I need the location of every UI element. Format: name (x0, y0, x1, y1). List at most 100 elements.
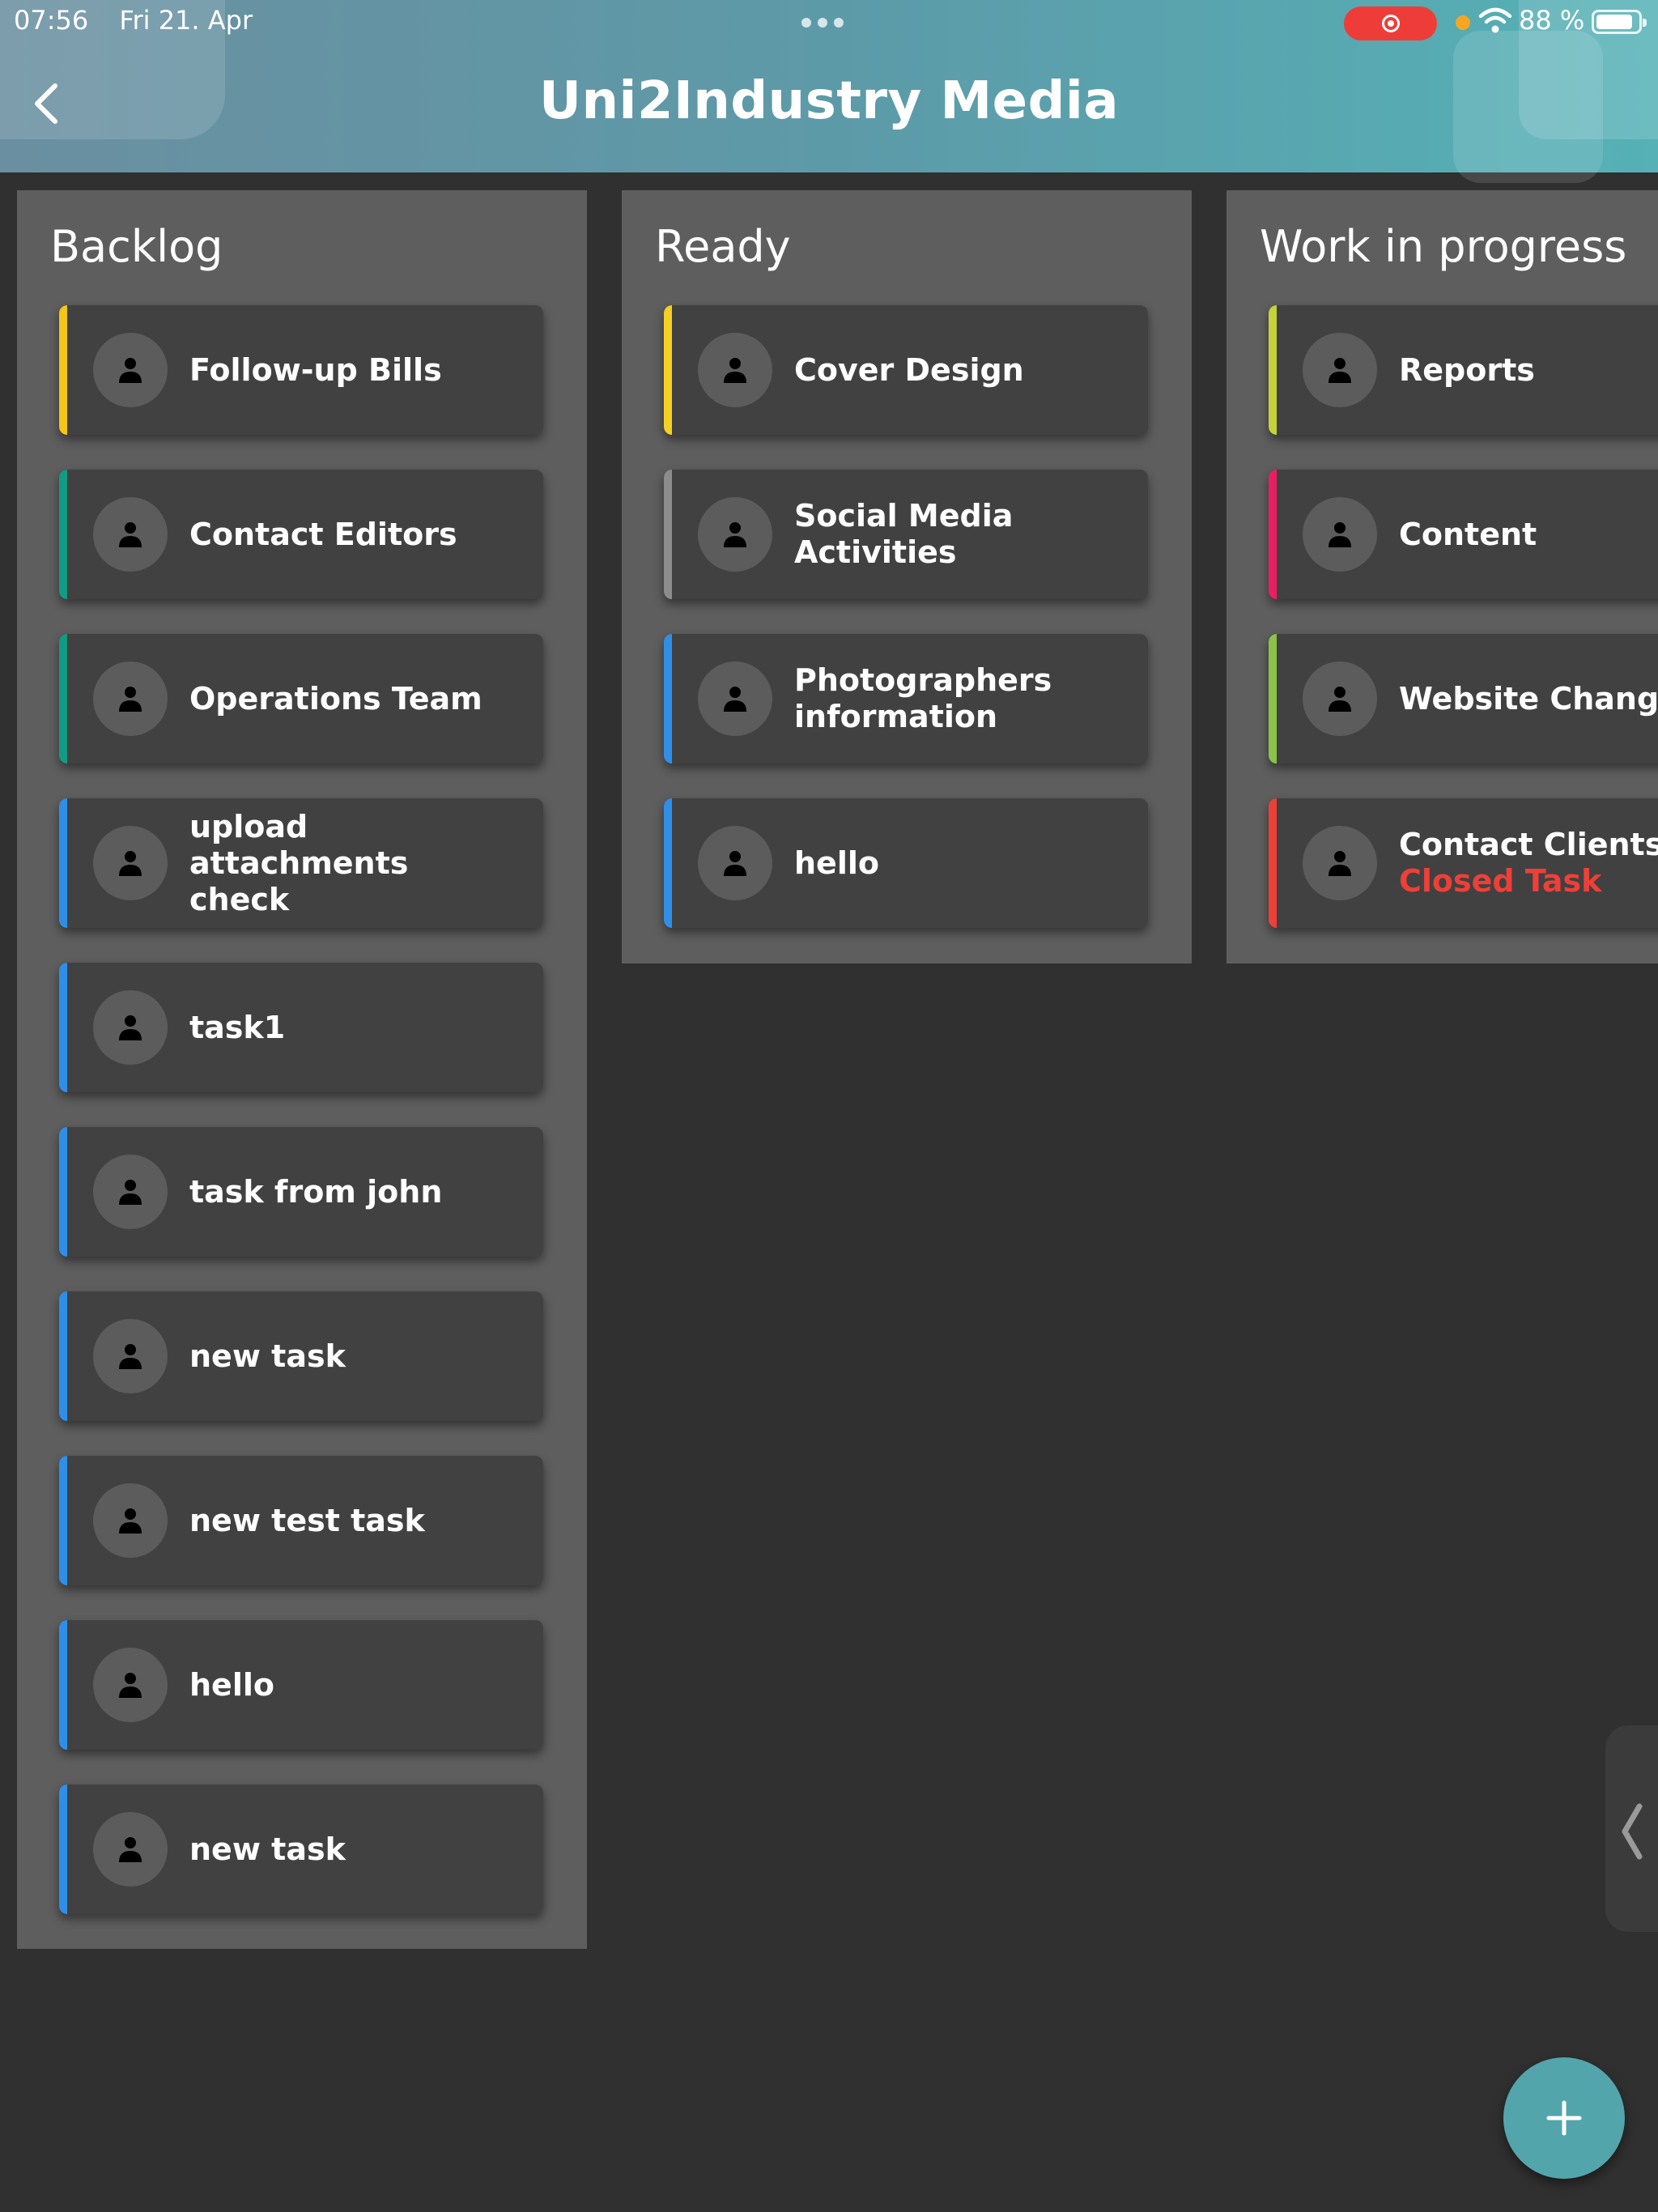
card-color-strip (664, 798, 672, 928)
card-color-strip (59, 470, 67, 599)
screen-recording-indicator[interactable] (1344, 6, 1437, 40)
person-icon (119, 1837, 142, 1862)
task-card[interactable]: Contact Clients Closed Task (1269, 798, 1658, 928)
card-color-strip (59, 798, 67, 928)
avatar (1303, 333, 1377, 407)
person-icon (119, 851, 142, 876)
card-color-strip (59, 1784, 67, 1914)
card-color-strip (59, 1291, 67, 1421)
microphone-indicator-dot (1456, 15, 1470, 30)
card-color-strip (59, 305, 67, 435)
column-title: Ready (655, 221, 791, 272)
card-label: task1 (189, 1009, 286, 1045)
task-card[interactable]: new test task (59, 1456, 543, 1585)
avatar (698, 497, 772, 572)
task-card[interactable]: Operations Team (59, 634, 543, 764)
card-color-strip (1269, 798, 1277, 928)
avatar (93, 497, 168, 572)
card-color-strip (59, 1127, 67, 1257)
avatar (698, 826, 772, 900)
task-card[interactable]: hello (664, 798, 1148, 928)
card-status-closed: Closed Task (1399, 863, 1602, 899)
avatar (93, 1648, 168, 1722)
person-icon (1329, 358, 1351, 383)
task-card[interactable]: Follow-up Bills (59, 305, 543, 435)
card-label: hello (189, 1666, 274, 1703)
status-bar-left: 07:56 Fri 21. Apr (14, 5, 275, 36)
task-card[interactable]: Reports (1269, 305, 1658, 435)
task-card[interactable]: hello (59, 1620, 543, 1750)
card-label: Operations Team (189, 680, 483, 717)
column-backlog: Backlog Follow-up Bills Contact Editors … (17, 190, 587, 1949)
status-time: 07:56 (14, 5, 89, 36)
person-icon (119, 522, 142, 547)
avatar (93, 1483, 168, 1558)
multitasking-dots-icon[interactable] (801, 18, 844, 28)
column-title: Backlog (50, 221, 223, 272)
person-icon (119, 1180, 142, 1205)
person-icon (1329, 522, 1351, 547)
person-icon (724, 851, 746, 876)
task-card[interactable]: upload attachments check (59, 798, 543, 928)
task-card[interactable]: Cover Design (664, 305, 1148, 435)
person-icon (724, 522, 746, 547)
avatar (698, 661, 772, 736)
card-label: task from john (189, 1173, 443, 1210)
avatar (1303, 826, 1377, 900)
person-icon (1329, 851, 1351, 876)
chevron-left-icon (1622, 1803, 1643, 1860)
column-ready: Ready Cover Design Social Media Activiti… (622, 190, 1192, 963)
card-color-strip (664, 305, 672, 435)
column-title: Work in progress (1260, 221, 1627, 272)
avatar (93, 333, 168, 407)
card-label: new test task (189, 1502, 425, 1538)
card-color-strip (664, 470, 672, 599)
app-header: 07:56 Fri 21. Apr 88 % Uni2Industry Medi… (0, 0, 1658, 183)
person-icon (119, 1344, 142, 1369)
card-color-strip (59, 1620, 67, 1750)
task-card[interactable]: Website Changes (1269, 634, 1658, 764)
task-card[interactable]: Content (1269, 470, 1658, 599)
task-card[interactable]: Social Media Activities (664, 470, 1148, 599)
person-icon (119, 687, 142, 712)
person-icon (724, 687, 746, 712)
card-color-strip (664, 634, 672, 764)
person-icon (119, 1015, 142, 1040)
card-label: Content (1399, 516, 1537, 552)
task-card[interactable]: Photographers information (664, 634, 1148, 764)
task-card[interactable]: Contact Editors (59, 470, 543, 599)
person-icon (119, 1673, 142, 1698)
card-color-strip (59, 1456, 67, 1585)
card-color-strip (1269, 305, 1277, 435)
person-icon (119, 358, 142, 383)
person-icon (1329, 687, 1351, 712)
avatar (93, 990, 168, 1065)
avatar (93, 826, 168, 900)
column-work-in-progress: Work in progress Reports Content Website… (1226, 190, 1658, 963)
task-card[interactable]: task1 (59, 963, 543, 1092)
add-task-button[interactable] (1503, 2057, 1625, 2179)
task-card[interactable]: new task (59, 1784, 543, 1914)
card-label: Website Changes (1399, 680, 1658, 717)
card-label: Contact Clients (1399, 827, 1658, 862)
avatar (698, 333, 772, 407)
card-label: Cover Design (794, 351, 1024, 388)
card-label: upload attachments check (189, 808, 409, 917)
avatar (1303, 497, 1377, 572)
record-icon (1381, 15, 1400, 32)
avatar (93, 1155, 168, 1229)
plus-icon (1546, 2100, 1582, 2136)
task-card[interactable]: new task (59, 1291, 543, 1421)
card-label: Photographers information (794, 662, 1052, 734)
avatar (93, 1319, 168, 1393)
card-label: Contact Editors (189, 516, 457, 552)
card-label: new task (189, 1831, 346, 1867)
task-card[interactable]: task from john (59, 1127, 543, 1257)
wifi-icon (1478, 7, 1512, 33)
avatar (93, 661, 168, 736)
side-drawer-handle[interactable] (1605, 1725, 1658, 1932)
status-date: Fri 21. Apr (119, 5, 253, 36)
card-label: new task (189, 1338, 346, 1374)
page-title: Uni2Industry Media (538, 71, 1120, 131)
person-icon (119, 1508, 142, 1534)
